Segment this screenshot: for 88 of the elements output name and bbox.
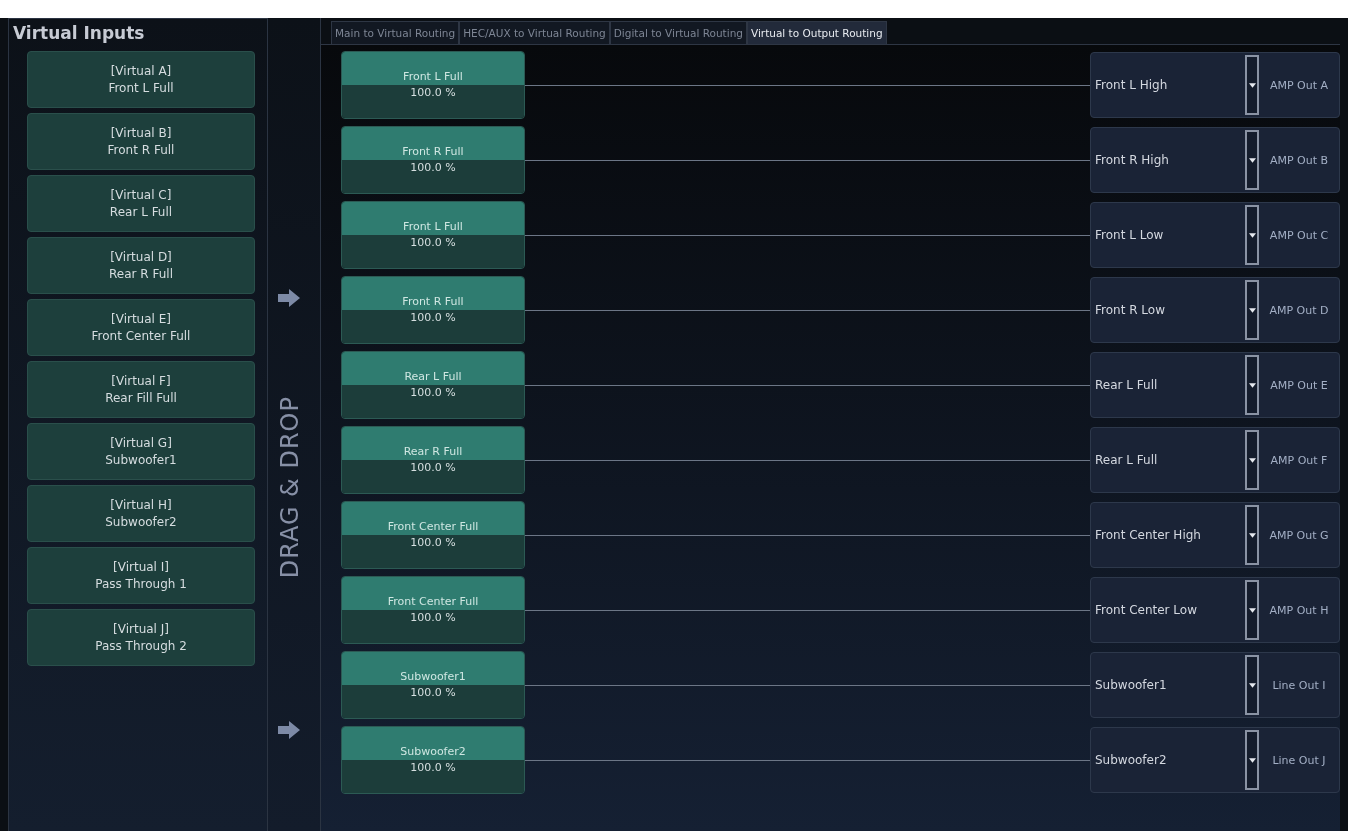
output-name: AMP Out H	[1268, 603, 1330, 617]
source-name: Subwoofer1	[342, 652, 524, 685]
dropdown-button[interactable]	[1245, 280, 1259, 340]
assignment-label: Subwoofer2	[1094, 753, 1168, 767]
source-name: Front L Full	[342, 52, 524, 85]
tab[interactable]: Digital to Virtual Routing	[609, 21, 747, 44]
source-name: Rear R Full	[342, 427, 524, 460]
virtual-input-button[interactable]: [Virtual B] Front R Full	[27, 113, 255, 170]
caret-icon	[1248, 757, 1256, 763]
virtual-input-button[interactable]: [Virtual J] Pass Through 2	[27, 609, 255, 666]
output-name: AMP Out D	[1268, 303, 1330, 317]
tab[interactable]: Virtual to Output Routing	[746, 21, 887, 44]
caret-icon	[1248, 532, 1256, 538]
gain-value: 100.0 %	[342, 760, 524, 793]
dropdown-button[interactable]	[1245, 205, 1259, 265]
gain-value: 100.0 %	[342, 160, 524, 193]
output-name: AMP Out B	[1268, 153, 1330, 167]
source-name: Front R Full	[342, 277, 524, 310]
output-name: AMP Out A	[1268, 78, 1330, 92]
source-block[interactable]: Front L Full 100.0 %	[341, 51, 525, 119]
caret-icon	[1248, 307, 1256, 313]
source-block[interactable]: Rear L Full 100.0 %	[341, 351, 525, 419]
assignment-label: Front R Low	[1094, 303, 1166, 317]
source-name: Front Center Full	[342, 502, 524, 535]
assignment-label: Front R High	[1094, 153, 1170, 167]
source-block[interactable]: Front Center Full 100.0 %	[341, 576, 525, 644]
source-name: Rear L Full	[342, 352, 524, 385]
virtual-input-button[interactable]: [Virtual E] Front Center Full	[27, 299, 255, 356]
assignment-label: Front Center High	[1094, 528, 1202, 542]
assignment-label: Front Center Low	[1094, 603, 1198, 617]
output-name: Line Out J	[1271, 753, 1327, 767]
gain-value: 100.0 %	[342, 460, 524, 493]
gain-value: 100.0 %	[342, 610, 524, 643]
dropdown-button[interactable]	[1245, 430, 1259, 490]
gain-value: 100.0 %	[342, 310, 524, 343]
assignment-label: Rear L Full	[1094, 453, 1159, 467]
source-name: Subwoofer2	[342, 727, 524, 760]
caret-icon	[1248, 682, 1256, 688]
caret-icon	[1248, 607, 1256, 613]
dropdown-button[interactable]	[1245, 580, 1259, 640]
dropdown-button[interactable]	[1245, 55, 1259, 115]
dropdown-button[interactable]	[1245, 730, 1259, 790]
gain-value: 100.0 %	[342, 85, 524, 118]
source-block[interactable]: Front L Full 100.0 %	[341, 201, 525, 269]
virtual-input-button[interactable]: [Virtual D] Rear R Full	[27, 237, 255, 294]
tab[interactable]: HEC/AUX to Virtual Routing	[459, 21, 610, 44]
caret-icon	[1248, 457, 1256, 463]
output-name: AMP Out E	[1269, 378, 1329, 392]
source-block[interactable]: Front R Full 100.0 %	[341, 126, 525, 194]
caret-icon	[1248, 157, 1256, 163]
panel-title: Virtual Inputs	[12, 22, 146, 45]
assignment-label: Front L High	[1094, 78, 1169, 92]
assignment-label: Rear L Full	[1094, 378, 1159, 392]
virtual-input-button[interactable]: [Virtual F] Rear Fill Full	[27, 361, 255, 418]
source-name: Front L Full	[342, 202, 524, 235]
output-name: Line Out I	[1271, 678, 1327, 692]
assignment-label: Front L Low	[1094, 228, 1165, 242]
dropdown-button[interactable]	[1245, 355, 1259, 415]
dropdown-button[interactable]	[1245, 130, 1259, 190]
output-name: AMP Out G	[1268, 528, 1330, 542]
source-block[interactable]: Rear R Full 100.0 %	[341, 426, 525, 494]
virtual-input-button[interactable]: [Virtual G] Subwoofer1	[27, 423, 255, 480]
virtual-input-button[interactable]: [Virtual H] Subwoofer2	[27, 485, 255, 542]
right-arrow-icon	[278, 289, 300, 307]
drag-drop-label: DRAG & DROP	[276, 396, 304, 579]
source-block[interactable]: Front R Full 100.0 %	[341, 276, 525, 344]
dropdown-button[interactable]	[1245, 505, 1259, 565]
gain-value: 100.0 %	[342, 235, 524, 268]
source-block[interactable]: Subwoofer1 100.0 %	[341, 651, 525, 719]
source-block[interactable]: Subwoofer2 100.0 %	[341, 726, 525, 794]
dropdown-button[interactable]	[1245, 655, 1259, 715]
source-name: Front R Full	[342, 127, 524, 160]
gain-value: 100.0 %	[342, 535, 524, 568]
source-name: Front Center Full	[342, 577, 524, 610]
output-name: AMP Out F	[1269, 453, 1329, 467]
virtual-input-button[interactable]: [Virtual A] Front L Full	[27, 51, 255, 108]
gain-value: 100.0 %	[342, 385, 524, 418]
output-name: AMP Out C	[1268, 228, 1330, 242]
caret-icon	[1248, 232, 1256, 238]
gain-value: 100.0 %	[342, 685, 524, 718]
virtual-input-button[interactable]: [Virtual C] Rear L Full	[27, 175, 255, 232]
right-arrow-icon	[278, 721, 300, 739]
source-block[interactable]: Front Center Full 100.0 %	[341, 501, 525, 569]
caret-icon	[1248, 82, 1256, 88]
caret-icon	[1248, 382, 1256, 388]
virtual-input-button[interactable]: [Virtual I] Pass Through 1	[27, 547, 255, 604]
assignment-label: Subwoofer1	[1094, 678, 1168, 692]
tab[interactable]: Main to Virtual Routing	[331, 21, 460, 44]
